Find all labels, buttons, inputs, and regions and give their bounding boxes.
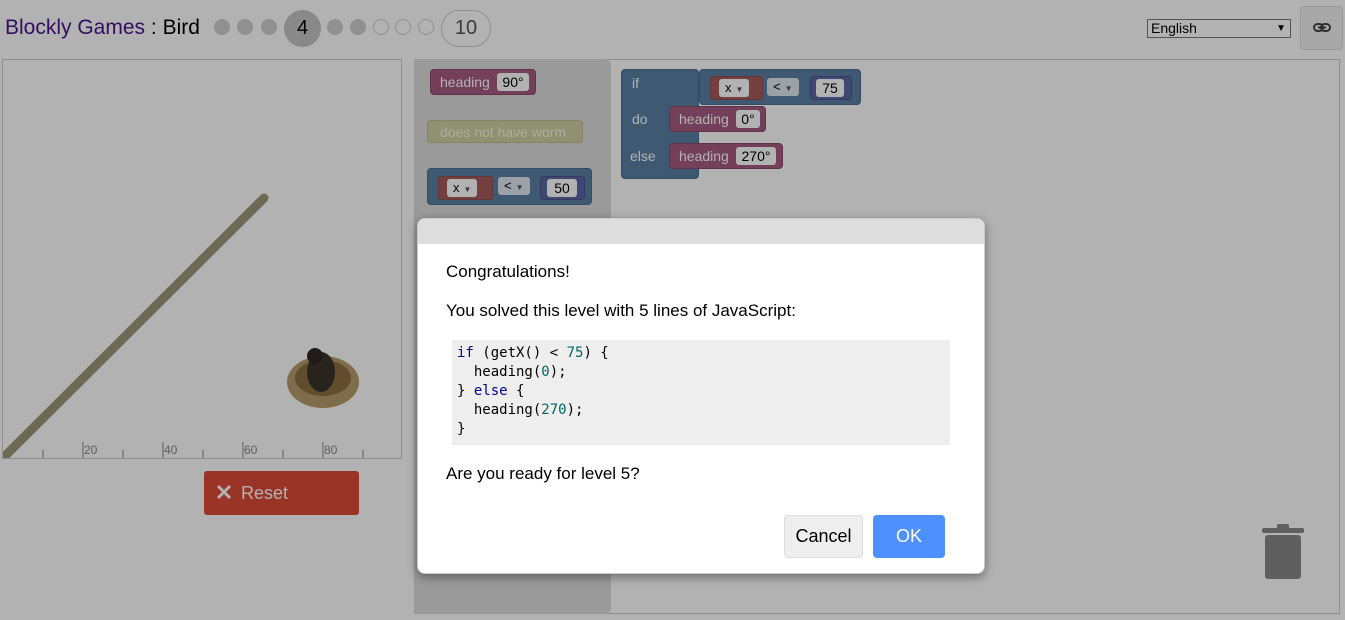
code-number: 0 (541, 364, 550, 380)
code-keyword: if (457, 345, 474, 361)
code-text: heading( (457, 402, 542, 418)
congratulations-dialog: Congratulations! You solved this level w… (417, 218, 985, 574)
dialog-title-bar[interactable] (418, 219, 984, 244)
code-text: ); (549, 364, 567, 380)
code-keyword: else (473, 383, 508, 399)
code-text: ); (566, 402, 584, 418)
code-text: } (457, 383, 474, 399)
code-number: 270 (541, 402, 567, 418)
code-text: (getX() < (473, 345, 567, 361)
cancel-button[interactable]: Cancel (784, 515, 863, 558)
code-text: } (457, 421, 466, 437)
dialog-question: Are you ready for level 5? (446, 464, 640, 483)
ok-button[interactable]: OK (873, 515, 945, 558)
code-text: ) { (583, 345, 609, 361)
code-block: if (getX() < 75) { heading(0); } else { … (452, 340, 950, 445)
dialog-message: You solved this level with 5 lines of Ja… (446, 301, 796, 320)
dialog-title: Congratulations! (446, 262, 570, 281)
code-number: 75 (566, 345, 584, 361)
code-text: heading( (457, 364, 542, 380)
code-text: { (507, 383, 525, 399)
